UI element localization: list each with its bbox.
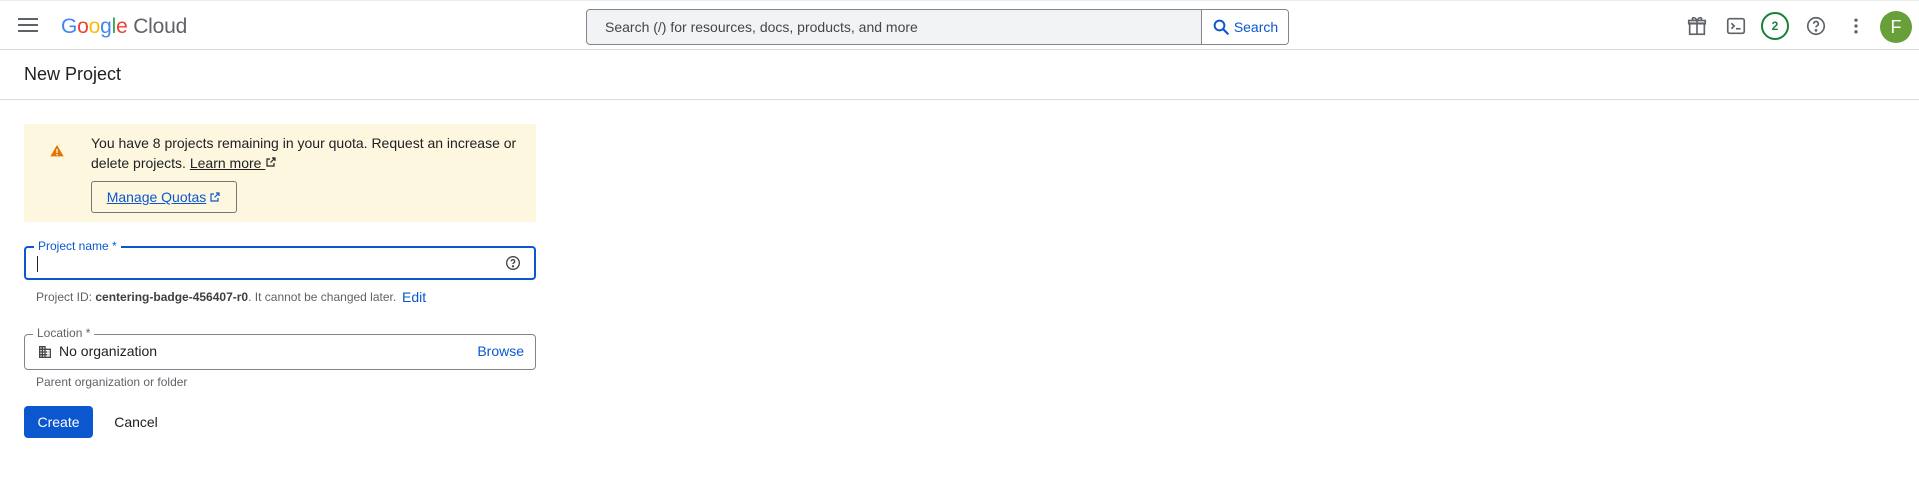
search-input[interactable] [587, 10, 1201, 44]
project-id-prefix: Project ID: [36, 290, 93, 304]
logo-cloud-text: Cloud [133, 15, 188, 38]
manage-quotas-label: Manage Quotas [106, 189, 207, 205]
project-id-hint: Project ID: centering-badge-456407-r0. I… [36, 290, 396, 304]
notification-badge[interactable]: 2 [1761, 12, 1789, 40]
organization-icon [39, 346, 51, 358]
logo-letter: g [100, 15, 112, 38]
gift-icon[interactable] [1683, 12, 1711, 40]
learn-more-label: Learn more [189, 155, 262, 171]
alert-text: You have 8 projects remaining in your qu… [91, 135, 517, 171]
cancel-button[interactable]: Cancel [104, 406, 168, 438]
location-hint: Parent organization or folder [36, 375, 188, 389]
search-button-label: Search [1233, 19, 1279, 35]
top-bar: Google Cloud Search 2 F [0, 0, 1919, 50]
menu-icon[interactable] [14, 14, 42, 38]
logo-letter: o [88, 15, 101, 38]
learn-more-link[interactable]: Learn more [190, 155, 277, 171]
search-bar: Search [586, 9, 1289, 45]
more-vert-icon[interactable] [1842, 12, 1870, 40]
project-name-field[interactable]: Project name * [24, 239, 536, 280]
google-cloud-logo[interactable]: Google Cloud [61, 15, 187, 39]
browse-button[interactable]: Browse [477, 343, 524, 359]
project-id-value: centering-badge-456407-r0 [95, 290, 249, 304]
edit-project-id-link[interactable]: Edit [402, 289, 426, 305]
logo-letter: G [61, 15, 78, 38]
page-title: New Project [24, 64, 122, 84]
page-header: New Project [0, 50, 1919, 100]
warning-icon [50, 145, 64, 157]
project-id-suffix: . It cannot be changed later. [248, 290, 397, 304]
help-icon[interactable] [504, 254, 522, 272]
location-label: Location * [33, 326, 95, 340]
project-name-input[interactable] [36, 250, 500, 278]
avatar[interactable]: F [1880, 11, 1912, 43]
help-icon[interactable] [1802, 12, 1830, 40]
quota-alert: You have 8 projects remaining in your qu… [24, 124, 536, 222]
search-icon [1213, 19, 1229, 35]
location-value: No organization [59, 343, 158, 359]
external-link-icon [210, 192, 220, 202]
terminal-icon[interactable] [1722, 12, 1750, 40]
location-field[interactable]: Location * No organization Browse [24, 326, 536, 370]
create-button[interactable]: Create [24, 406, 93, 438]
text-cursor [37, 256, 38, 272]
search-button[interactable]: Search [1201, 10, 1288, 44]
external-link-icon [266, 157, 276, 167]
logo-letter: e [116, 15, 128, 38]
logo-letter: o [77, 15, 89, 38]
manage-quotas-button[interactable]: Manage Quotas [91, 181, 237, 213]
alert-message: You have 8 projects remaining in your qu… [91, 133, 521, 173]
